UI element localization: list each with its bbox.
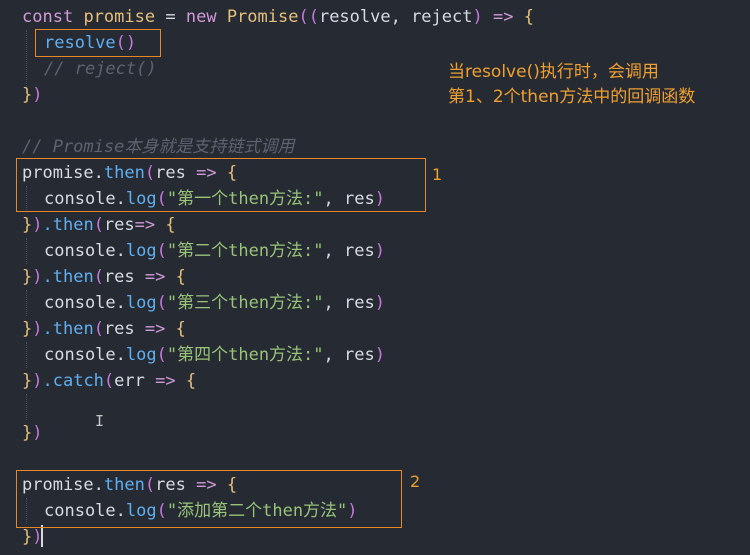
- code-line-5: // Promise本身就是支持链式调用: [22, 137, 295, 157]
- code-line-12: }).then(res => {: [22, 319, 186, 339]
- code-line-11: console.log("第三个then方法:", res): [44, 293, 385, 313]
- annotation-label-2: 2: [410, 472, 421, 491]
- code-line-15: }): [22, 423, 43, 443]
- annotation-note-line-1: 当resolve()执行时，会调用: [448, 62, 659, 82]
- code-line-9: console.log("第二个then方法:", res): [44, 241, 385, 261]
- indent-guide: [26, 394, 27, 420]
- highlight-box-resolve: [35, 29, 161, 57]
- code-line-13: console.log("第四个then方法:", res): [44, 345, 385, 365]
- text-cursor-icon: I: [95, 412, 105, 430]
- indent-guide: [26, 30, 27, 86]
- highlight-box-1: [16, 158, 426, 212]
- text-caret: [41, 525, 43, 547]
- code-line-1: const promise = new Promise((resolve, re…: [22, 7, 534, 27]
- annotation-label-1: 1: [432, 165, 443, 184]
- annotation-note-line-2: 第1、2个then方法中的回调函数: [448, 87, 696, 107]
- code-line-3: // reject(): [44, 59, 157, 79]
- code-editor[interactable]: const promise = new Promise((resolve, re…: [0, 0, 750, 555]
- indent-guide: [26, 238, 27, 264]
- code-line-10: }).then(res => {: [22, 267, 186, 287]
- code-line-4: }): [22, 85, 43, 105]
- indent-guide: [26, 290, 27, 316]
- indent-guide: [26, 342, 27, 368]
- code-line-8: }).then(res=> {: [22, 215, 176, 235]
- code-line-14: }).catch(err => {: [22, 371, 197, 391]
- highlight-box-2: [16, 470, 402, 528]
